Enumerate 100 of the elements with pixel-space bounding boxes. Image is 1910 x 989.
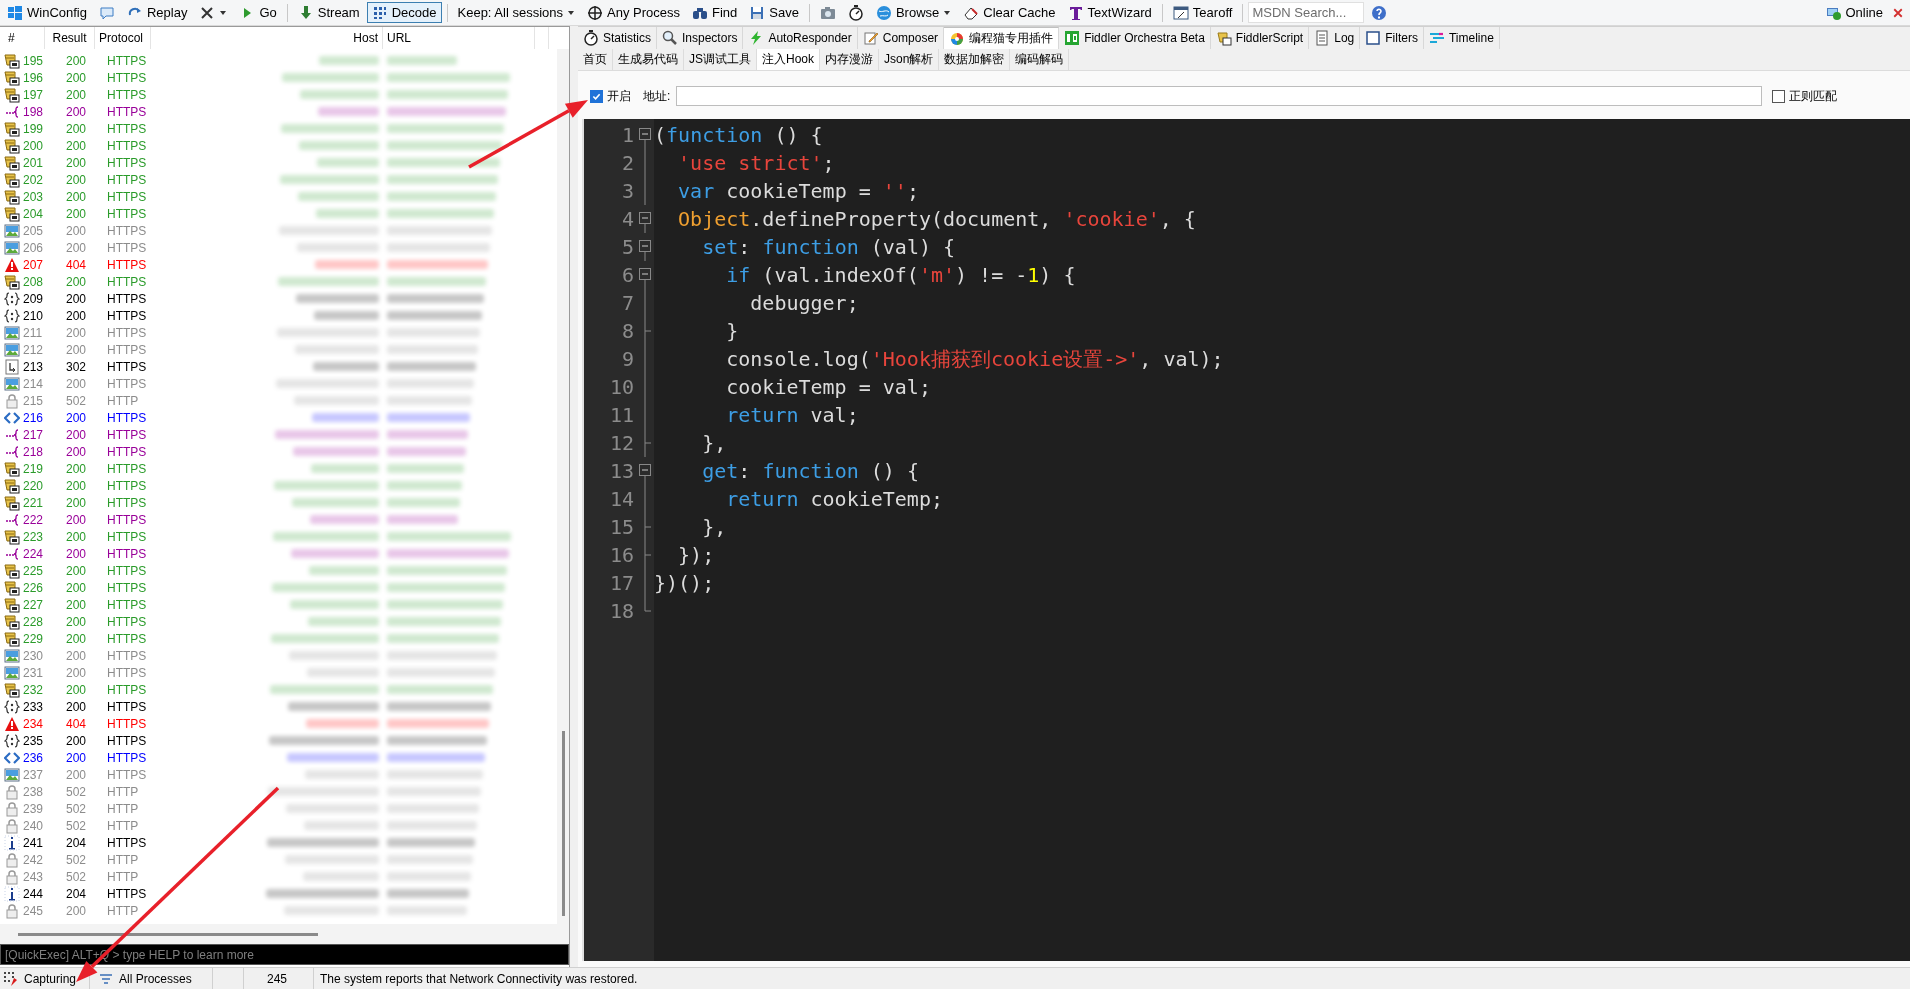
line-number: 6: [620, 263, 635, 287]
column-header[interactable]: URL: [383, 27, 535, 49]
checkbox-label[interactable]: 开启: [607, 87, 631, 105]
checkbox[interactable]: [590, 89, 603, 103]
status-code: 200: [65, 699, 87, 714]
windows-icon: [7, 4, 23, 21]
toolbar-button[interactable]: Replay: [121, 2, 193, 23]
tab[interactable]: 数据加解密: [939, 49, 1011, 70]
address-field[interactable]: [676, 86, 1763, 106]
toolbar-button[interactable]: Any Process: [582, 2, 685, 23]
dropdown-button[interactable]: Browse: [870, 2, 957, 23]
braces-icon: [4, 307, 20, 324]
status-code: 502: [65, 852, 87, 867]
online-button[interactable]: Online: [1820, 2, 1888, 23]
session-number: 243: [22, 869, 45, 884]
stylesheet-icon: [4, 426, 20, 443]
blurred-text: [310, 515, 379, 524]
script-icon: [4, 171, 20, 188]
column-header[interactable]: Result: [45, 27, 95, 49]
session-number: 206: [22, 240, 45, 255]
script-icon: [4, 120, 20, 137]
stylesheet-icon: [4, 545, 20, 562]
session-number: 222: [22, 512, 45, 527]
blurred-text: [307, 668, 379, 677]
redirect-icon: [4, 358, 20, 375]
scrollbar-thumb[interactable]: [561, 731, 565, 916]
toggle-button[interactable]: Decode: [366, 2, 442, 23]
protocol-cell-text: HTTPS: [106, 546, 148, 561]
line-number: 11: [608, 403, 635, 427]
blurred-text: [319, 56, 379, 65]
toolbar-button[interactable]: TextWizard: [1062, 2, 1157, 23]
session-number: 221: [22, 495, 45, 510]
toolbar-button[interactable]: Find: [687, 2, 743, 23]
status-code: 200: [65, 206, 87, 221]
protocol-cell-text: HTTP: [106, 801, 140, 816]
script-icon: [4, 562, 20, 579]
tab[interactable]: 内存漫游: [820, 49, 880, 70]
protocol-cell-text: HTTP: [106, 818, 140, 833]
toolbar-button[interactable]: Go: [234, 2, 282, 23]
status-code: 200: [65, 767, 87, 782]
script-icon: [4, 630, 20, 647]
scrollbar-thumb[interactable]: [18, 932, 318, 936]
tab[interactable]: 首页: [578, 49, 613, 70]
toolbar-button[interactable]: Clear Cache: [958, 2, 1061, 23]
protocol-cell-text: HTTPS: [106, 223, 148, 238]
braces-icon: [4, 732, 20, 749]
grid-icon: [371, 4, 388, 21]
protocol-cell-text: HTTPS: [106, 835, 148, 850]
script-icon: [4, 52, 20, 69]
script-icon: [4, 477, 20, 494]
checkbox-label[interactable]: 正则匹配: [1789, 87, 1838, 105]
protocol-cell-text: HTTPS: [106, 699, 148, 714]
blurred-text: [387, 56, 457, 65]
code-line: get: function () {: [701, 459, 919, 483]
search-field[interactable]: MSDN Search...: [1248, 2, 1365, 23]
column-header[interactable]: #: [0, 27, 45, 49]
session-number: 208: [22, 274, 45, 289]
status-code: 200: [65, 733, 87, 748]
tab[interactable]: 生成易代码: [613, 49, 684, 70]
status-code: 302: [65, 359, 87, 374]
status-code: 200: [65, 750, 87, 765]
protocol-cell-text: HTTPS: [106, 495, 148, 510]
column-header[interactable]: Protocol: [95, 27, 151, 49]
script-icon: [4, 494, 20, 511]
plugin-icon: [1064, 30, 1081, 46]
session-number: 238: [22, 784, 45, 799]
protocol-cell-text: HTTPS: [106, 359, 148, 374]
lock-icon: [4, 851, 20, 868]
info-icon: [4, 885, 20, 902]
status-code: 204: [65, 835, 87, 850]
protocol-cell-text: HTTPS: [106, 886, 148, 901]
toolbar-button[interactable]: Tearoff: [1167, 2, 1238, 23]
session-number: 245: [22, 903, 45, 918]
tab[interactable]: 注入Hook: [757, 49, 821, 70]
capture-icon: [3, 970, 19, 987]
session-number: 201: [22, 155, 45, 170]
caret-icon: [567, 8, 575, 17]
caret-icon: [219, 8, 228, 17]
session-number: 229: [22, 631, 45, 646]
tab[interactable]: 编程猫专用插件: [944, 27, 1060, 49]
toolbar-button[interactable]: Save: [744, 2, 804, 23]
status-code: 200: [65, 410, 87, 425]
protocol-cell-text: HTTPS: [106, 631, 148, 646]
code-icon: [4, 409, 20, 426]
image-icon: [4, 222, 20, 239]
toggle-button[interactable]: Stream: [292, 2, 365, 23]
checkbox[interactable]: [1772, 89, 1786, 103]
blurred-text: [309, 566, 379, 575]
tab[interactable]: 编码解码: [1010, 49, 1070, 70]
dropdown-button[interactable]: Keep: All sessions: [452, 2, 580, 23]
toolbar-button[interactable]: WinConfig: [2, 2, 92, 23]
blurred-text: [313, 362, 379, 371]
image-icon: [4, 324, 20, 341]
image-icon: [4, 375, 20, 392]
session-number: 230: [22, 648, 45, 663]
column-header[interactable]: Host: [151, 27, 383, 49]
status-code: 200: [65, 155, 87, 170]
session-number: 219: [22, 461, 45, 476]
tab[interactable]: Json解析: [879, 49, 940, 70]
status-code: 200: [65, 444, 87, 459]
